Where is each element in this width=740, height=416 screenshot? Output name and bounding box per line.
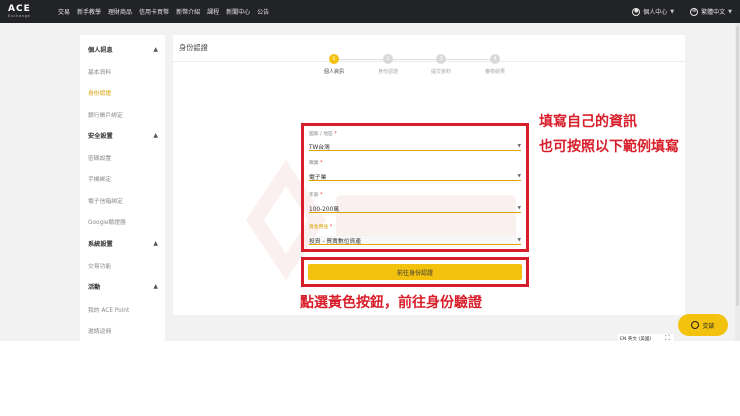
sidebar-section-security[interactable]: 安全設置 ▲ [88,131,158,140]
step-4-label: 審核結果 [484,69,505,75]
expand-icon[interactable]: ⛶ [665,334,670,343]
chevron-up-icon: ▲ [153,46,158,53]
occupation-value: 電子業 [309,174,327,181]
main-nav: 交易 新手教學 理財商品 信用卡買幣 新幣介紹 課程 新聞中心 公告 [58,7,269,16]
sidebar-item-google-auth[interactable]: Google驗證器 [88,217,126,226]
language-menu[interactable]: ⊕ 繁體中文 ▼ [690,7,732,16]
chat-label: 交談 [702,322,715,330]
step-3-icon: 3 [436,54,446,64]
step-1-label: 個人資訊 [323,69,344,75]
nav-item-new-coins[interactable]: 新幣介紹 [176,7,200,16]
sidebar-section-title: 安全設置 [88,133,113,140]
nav-item-trade[interactable]: 交易 [58,7,70,16]
brand-tagline: Exchange [8,13,31,18]
chevron-down-icon: ▼ [517,237,521,243]
country-select[interactable]: TW台灣 ▼ [309,142,521,151]
chevron-down-icon: ▼ [670,8,675,15]
page-title: 身份認證 [179,43,208,52]
salary-select[interactable]: 100-200萬 ▼ [309,204,521,213]
chat-button[interactable]: 交談 [678,314,728,336]
annotation-fill-line2: 也可按照以下範例填寫 [539,139,679,155]
chevron-down-icon: ▼ [517,173,521,179]
chevron-up-icon: ▲ [153,283,158,290]
step-3-label: 提交資料 [430,69,451,75]
sidebar-item-email[interactable]: 電子信箱綁定 [88,196,123,205]
country-value: TW台灣 [309,144,330,151]
sidebar-section-title: 個人訊息 [88,47,113,54]
sidebar-item-phone[interactable]: 手機綁定 [88,174,111,183]
sidebar-item-basic-info[interactable]: 基本資料 [88,67,111,76]
globe-icon: ⊕ [690,7,699,16]
user-icon: ● [632,7,641,16]
fund-purpose-select[interactable]: 投資 - 買賣數位資產 ▼ [309,236,521,245]
language-bar-label: EN 英文 (美國) [620,336,652,342]
sidebar-item-password[interactable]: 密碼設置 [88,153,111,162]
nav-item-courses[interactable]: 課程 [207,7,219,16]
top-navbar: ACE Exchange 交易 新手教學 理財商品 信用卡買幣 新幣介紹 課程 … [0,0,740,23]
divider [173,61,685,62]
occupation-select[interactable]: 電子業 ▼ [309,172,521,181]
step-2-icon: 2 [383,54,393,64]
sidebar-item-referral[interactable]: 邀請返佣 [88,326,111,335]
occupation-label: 職業 * [309,161,323,166]
sidebar-item-trade-function[interactable]: 交易功能 [88,261,111,270]
nav-item-card-buy[interactable]: 信用卡買幣 [139,7,169,16]
chevron-up-icon: ▲ [153,132,158,139]
sidebar-section-system[interactable]: 系統設置 ▲ [88,239,158,248]
language-label: 繁體中文 [701,9,726,16]
step-2-label: 身份認證 [377,69,398,75]
sidebar-item-ace-point[interactable]: 我的 ACE Point [88,305,129,314]
nav-item-products[interactable]: 理財商品 [108,7,132,16]
account-menu[interactable]: ● 個人中心 ▼ [632,7,674,16]
chevron-up-icon: ▲ [153,240,158,247]
salary-value: 100-200萬 [309,206,340,213]
sidebar-section-title: 系統設置 [88,241,113,248]
nav-item-news[interactable]: 新聞中心 [226,7,250,16]
fund-purpose-label: 資金用途 * [309,225,333,230]
salary-label: 年薪 * [309,193,323,198]
chevron-down-icon: ▼ [517,205,521,211]
sidebar-section-title: 活動 [88,284,101,291]
stepper-track [339,59,490,60]
annotation-click-hint: 點選黃色按鈕，前往身份驗證 [300,295,482,311]
brand-logo[interactable]: ACE Exchange [8,3,52,19]
scrollbar-thumb[interactable] [736,26,739,306]
country-label: 國家 / 地區 * [309,132,337,137]
nav-right: ● 個人中心 ▼ ⊕ 繁體中文 ▼ [632,0,732,23]
nav-item-announcements[interactable]: 公告 [257,7,269,16]
submit-identity-button[interactable]: 前往身份認證 [308,264,522,280]
chevron-down-icon: ▼ [517,143,521,149]
chevron-down-icon: ▼ [728,8,732,15]
chat-bubble-icon [691,321,700,329]
account-label: 個人中心 [643,9,668,16]
step-4-icon: 4 [490,54,500,64]
annotation-fill-line1: 填寫自己的資訊 [539,114,637,130]
sidebar-section-activity[interactable]: 活動 ▲ [88,282,158,291]
fund-purpose-value: 投資 - 買賣數位資產 [309,238,362,245]
step-1-icon: 1 [329,54,339,64]
page: ACE Exchange 交易 新手教學 理財商品 信用卡買幣 新幣介紹 課程 … [0,0,740,416]
nav-item-beginner[interactable]: 新手教學 [77,7,101,16]
sidebar: 個人訊息 ▲ 基本資料 身份認證 銀行帳戶綁定 安全設置 ▲ 密碼設置 手機綁定… [80,35,165,341]
brand-name: ACE [8,3,31,14]
sidebar-item-identity[interactable]: 身份認證 [88,88,111,97]
sidebar-item-bank[interactable]: 銀行帳戶綁定 [88,110,123,119]
sidebar-section-personal[interactable]: 個人訊息 ▲ [88,45,158,54]
